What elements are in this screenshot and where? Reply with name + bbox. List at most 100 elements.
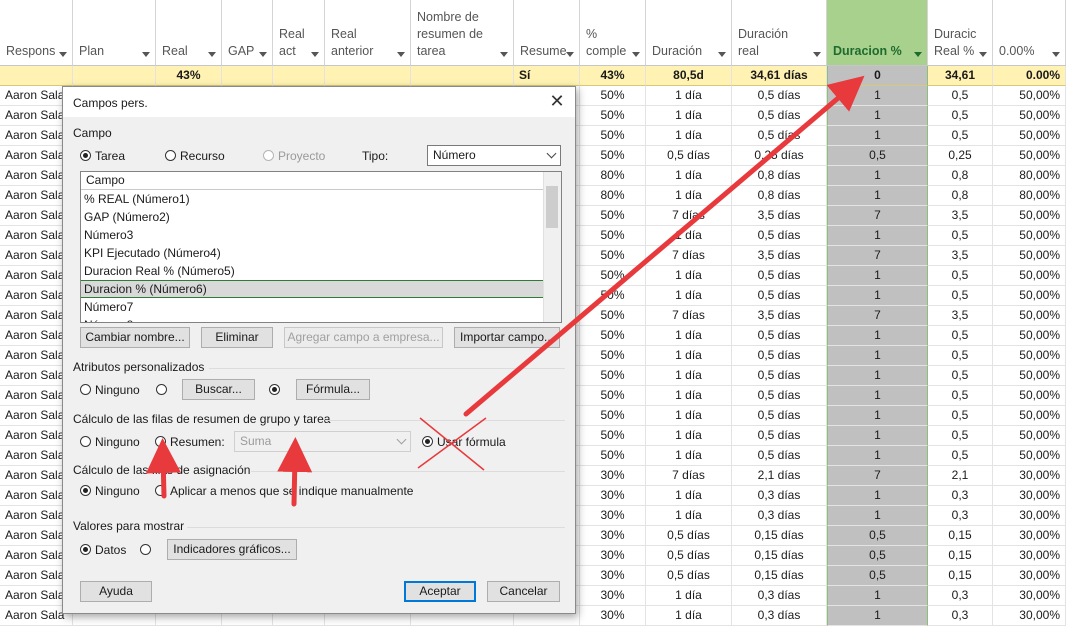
column-header[interactable]: Respons: [0, 0, 73, 66]
table-cell[interactable]: 0,5 días: [732, 106, 827, 126]
table-cell[interactable]: 7: [827, 246, 928, 266]
table-cell[interactable]: 0,5: [928, 426, 993, 446]
table-cell[interactable]: 80,00%: [993, 166, 1066, 186]
table-cell[interactable]: 50,00%: [993, 86, 1066, 106]
table-cell[interactable]: 1 día: [646, 326, 732, 346]
table-cell[interactable]: 3,5 días: [732, 246, 827, 266]
table-cell[interactable]: 1: [827, 506, 928, 526]
table-cell[interactable]: 0,5: [928, 266, 993, 286]
table-cell[interactable]: 0,5: [928, 346, 993, 366]
table-cell[interactable]: 1: [827, 446, 928, 466]
table-cell[interactable]: 0,5: [827, 526, 928, 546]
table-cell[interactable]: [222, 66, 273, 86]
table-cell[interactable]: 30,00%: [993, 546, 1066, 566]
field-list-item[interactable]: Duracion % (Número6): [81, 280, 543, 298]
table-cell[interactable]: 1: [827, 386, 928, 406]
add-to-enterprise-button[interactable]: Agregar campo a empresa...: [284, 327, 443, 348]
column-header[interactable]: Duracion %: [827, 0, 928, 66]
column-header[interactable]: Plan: [73, 0, 156, 66]
ok-button[interactable]: Aceptar: [404, 581, 476, 602]
column-header[interactable]: Duración real: [732, 0, 827, 66]
table-cell[interactable]: 1: [827, 366, 928, 386]
table-cell[interactable]: 1: [827, 226, 928, 246]
table-cell[interactable]: 50,00%: [993, 206, 1066, 226]
table-cell[interactable]: 0,5: [928, 406, 993, 426]
table-cell[interactable]: 1 día: [646, 186, 732, 206]
table-cell[interactable]: [0, 66, 73, 86]
table-cell[interactable]: 7: [827, 306, 928, 326]
table-cell[interactable]: 50,00%: [993, 446, 1066, 466]
table-cell[interactable]: 0,5 días: [646, 566, 732, 586]
table-cell[interactable]: 1 día: [646, 366, 732, 386]
filter-dropdown-icon[interactable]: [914, 52, 922, 57]
table-cell[interactable]: 30%: [580, 586, 646, 606]
table-cell[interactable]: 0,5 días: [646, 546, 732, 566]
table-cell[interactable]: 80,5d: [646, 66, 732, 86]
table-cell[interactable]: 50,00%: [993, 386, 1066, 406]
table-cell[interactable]: 0,8: [928, 166, 993, 186]
column-header[interactable]: 0.00%: [993, 0, 1066, 66]
filter-dropdown-icon[interactable]: [500, 52, 508, 57]
table-cell[interactable]: 0,15 días: [732, 566, 827, 586]
filter-dropdown-icon[interactable]: [397, 52, 405, 57]
table-cell[interactable]: 1 día: [646, 266, 732, 286]
table-cell[interactable]: 0,5 días: [732, 86, 827, 106]
table-cell[interactable]: 80%: [580, 186, 646, 206]
table-cell[interactable]: [73, 66, 156, 86]
close-icon[interactable]: ✕: [547, 92, 567, 112]
table-cell[interactable]: 50%: [580, 406, 646, 426]
table-cell[interactable]: 80%: [580, 166, 646, 186]
table-cell[interactable]: 1: [827, 346, 928, 366]
attr-none-radio[interactable]: [80, 384, 91, 395]
table-cell[interactable]: 1 día: [646, 406, 732, 426]
table-cell[interactable]: 30,00%: [993, 586, 1066, 606]
table-cell[interactable]: 50%: [580, 246, 646, 266]
table-cell[interactable]: 50%: [580, 106, 646, 126]
proyecto-radio[interactable]: [263, 150, 274, 161]
table-cell[interactable]: 34,61 días: [732, 66, 827, 86]
table-cell[interactable]: 43%: [580, 66, 646, 86]
table-cell[interactable]: [273, 66, 325, 86]
table-cell[interactable]: 0,5 días: [732, 346, 827, 366]
column-header[interactable]: Real: [156, 0, 222, 66]
table-cell[interactable]: 3,5: [928, 246, 993, 266]
table-cell[interactable]: 1: [827, 186, 928, 206]
table-cell[interactable]: 7 días: [646, 206, 732, 226]
data-radio[interactable]: [80, 544, 91, 555]
table-cell[interactable]: 50,00%: [993, 366, 1066, 386]
table-cell[interactable]: 50,00%: [993, 266, 1066, 286]
table-cell[interactable]: 0,3: [928, 486, 993, 506]
table-cell[interactable]: 0,8: [928, 186, 993, 206]
table-cell[interactable]: 1 día: [646, 426, 732, 446]
filter-dropdown-icon[interactable]: [979, 52, 987, 57]
table-cell[interactable]: 50%: [580, 426, 646, 446]
table-cell[interactable]: 0,3: [928, 586, 993, 606]
table-cell[interactable]: 0,5: [827, 566, 928, 586]
table-cell[interactable]: 1: [827, 426, 928, 446]
table-cell[interactable]: 0,5: [928, 286, 993, 306]
field-list-item[interactable]: Número3: [81, 226, 543, 244]
table-cell[interactable]: 50,00%: [993, 426, 1066, 446]
column-header[interactable]: Nombre de resumen de tarea: [411, 0, 514, 66]
delete-button[interactable]: Eliminar: [201, 327, 273, 348]
scrollbar-thumb[interactable]: [546, 186, 558, 228]
table-cell[interactable]: 50,00%: [993, 126, 1066, 146]
table-cell[interactable]: 7 días: [646, 246, 732, 266]
table-cell[interactable]: 0,5 días: [732, 266, 827, 286]
table-cell[interactable]: 1: [827, 326, 928, 346]
table-cell[interactable]: 0,15: [928, 566, 993, 586]
table-cell[interactable]: 3,5 días: [732, 206, 827, 226]
rollup-select[interactable]: Suma: [234, 431, 411, 452]
table-cell[interactable]: 1 día: [646, 286, 732, 306]
import-field-button[interactable]: Importar campo...: [454, 327, 560, 348]
table-cell[interactable]: 0,15 días: [732, 546, 827, 566]
table-cell[interactable]: 50,00%: [993, 326, 1066, 346]
table-cell[interactable]: 0,15: [928, 526, 993, 546]
table-cell[interactable]: 3,5: [928, 206, 993, 226]
table-cell[interactable]: 50,00%: [993, 246, 1066, 266]
table-cell[interactable]: 1 día: [646, 226, 732, 246]
table-cell[interactable]: 0,3 días: [732, 506, 827, 526]
table-cell[interactable]: 1: [827, 126, 928, 146]
graphical-indicators-button[interactable]: Indicadores gráficos...: [167, 539, 297, 560]
column-header[interactable]: Real act: [273, 0, 325, 66]
